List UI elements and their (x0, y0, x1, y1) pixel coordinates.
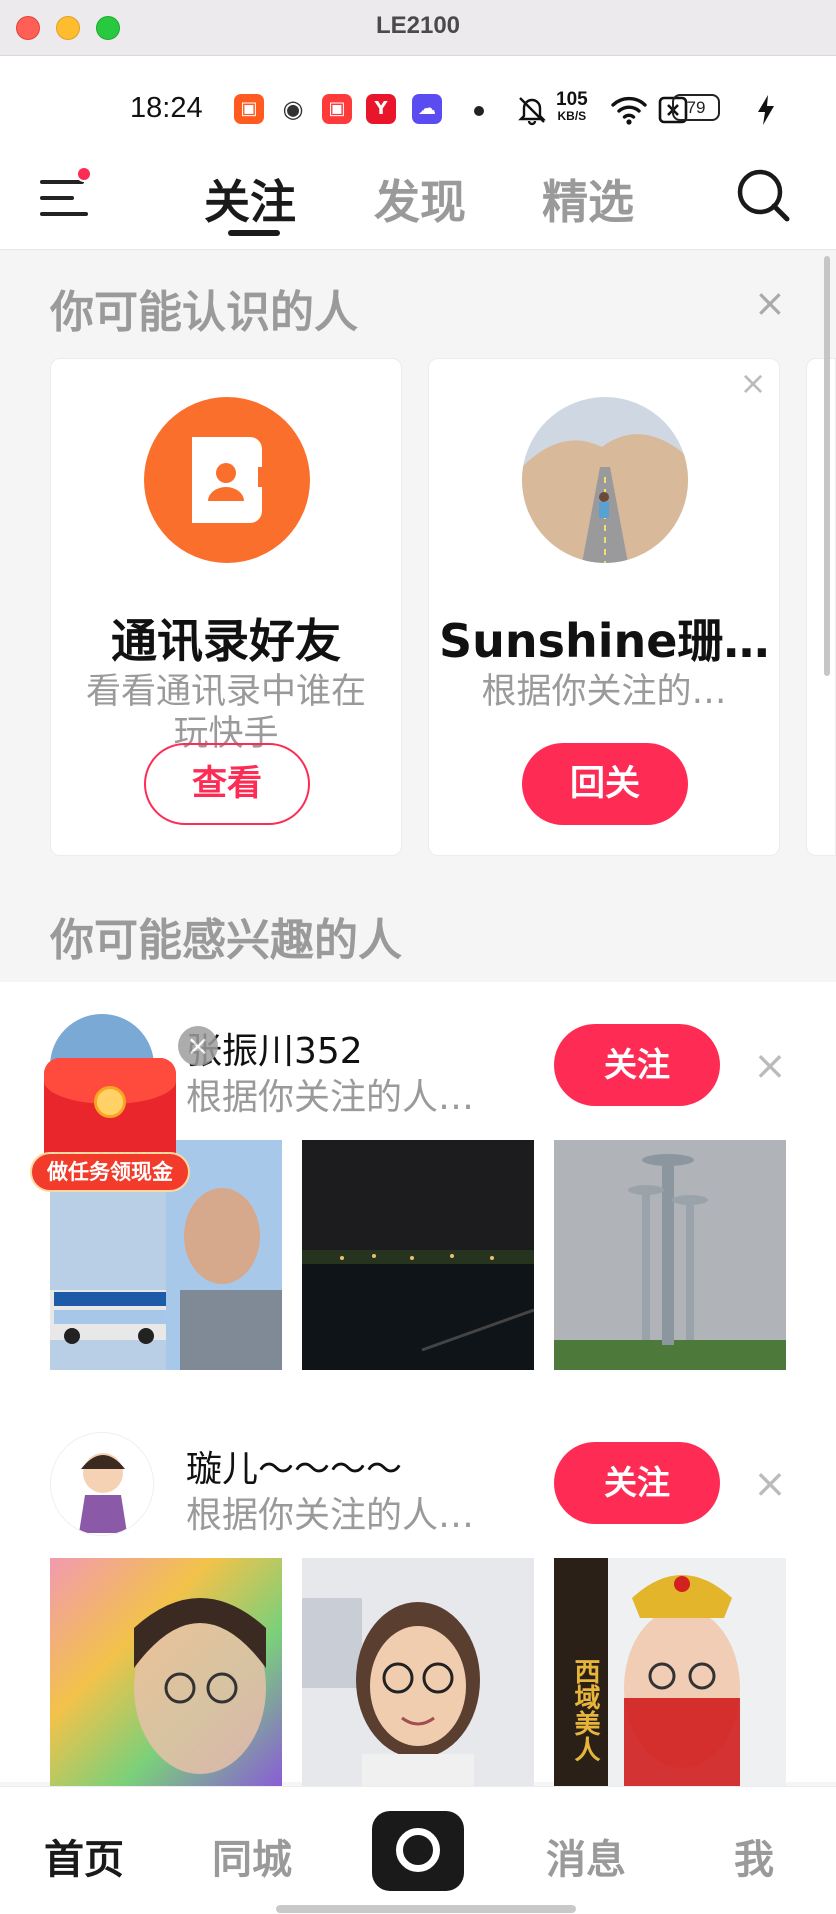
card-name: 通讯录好友 (111, 614, 341, 668)
card-description: 根据你关注的… (481, 672, 727, 712)
status-bar: 18:24 ▣ ◉ ▣ Y ☁ 105 KB/S 79 (0, 56, 836, 146)
thumbnail-image (302, 1558, 534, 1788)
network-speed-unit: KB/S (557, 109, 587, 123)
search-icon[interactable] (734, 166, 792, 224)
kuaishou-lite-app-icon: ▣ (322, 94, 352, 124)
menu-line (40, 180, 84, 184)
tab-discover[interactable]: 发现 (374, 166, 466, 232)
nav-messages[interactable]: 消息 (546, 1827, 626, 1885)
video-thumbnail[interactable] (554, 1140, 786, 1370)
close-red-packet-icon[interactable]: × (178, 1026, 218, 1066)
charging-bolt-icon (758, 95, 774, 125)
contacts-friends-card[interactable]: 通讯录好友 看看通讯录中谁在玩快手 查看 (50, 358, 402, 856)
list-item[interactable]: 璇儿～～～～ 根据你关注的人… 关注 × (0, 1432, 836, 1542)
video-thumbnail[interactable] (302, 1558, 534, 1788)
network-speed-value: 105 (556, 89, 588, 110)
camera-icon (396, 1828, 440, 1872)
window-titlebar: LE2100 (0, 0, 836, 56)
app-window: LE2100 18:24 ▣ ◉ ▣ Y ☁ 105 KB/S 79 关注 发现… (0, 0, 836, 1914)
card-name: Sunshine珊… (439, 614, 769, 668)
battery-indicator: 79 (672, 94, 720, 121)
scrollbar[interactable] (824, 256, 830, 676)
active-tab-indicator (228, 230, 280, 236)
thumbnail-image (50, 1558, 282, 1788)
nav-nearby[interactable]: 同城 (212, 1827, 292, 1885)
window-title: LE2100 (375, 12, 461, 39)
menu-notification-badge (76, 166, 92, 182)
wifi-icon (611, 96, 647, 125)
user-name: 璇儿～～～～ (186, 1449, 403, 1490)
follow-button[interactable]: 关注 (554, 1442, 720, 1524)
tab-featured[interactable]: 精选 (542, 166, 634, 232)
mute-bell-icon (518, 97, 546, 126)
user-avatar (50, 1432, 154, 1536)
weather-app-icon: ☁ (412, 94, 442, 124)
video-thumbnail[interactable]: 西域美人 (554, 1558, 786, 1788)
globe-app-icon: ◉ (278, 94, 308, 124)
view-contacts-button[interactable]: 查看 (144, 743, 310, 825)
user-photo (51, 1433, 153, 1535)
nav-me[interactable]: 我 (734, 1827, 774, 1885)
user-reason: 根据你关注的人… (186, 1077, 475, 1118)
red-app-icon: Y (366, 94, 396, 124)
network-speed: 105 KB/S (556, 89, 588, 124)
home-indicator[interactable] (276, 1905, 576, 1913)
camera-button[interactable] (372, 1811, 464, 1891)
user-reason: 根据你关注的人… (186, 1495, 475, 1536)
close-section-icon[interactable]: × (754, 284, 786, 322)
video-thumbnail[interactable] (50, 1558, 282, 1788)
user-avatar (522, 397, 688, 563)
people-you-may-know-title: 你可能认识的人 (50, 287, 358, 338)
next-card-peek (806, 358, 836, 856)
menu-button[interactable] (40, 176, 90, 222)
status-time: 18:24 (130, 92, 203, 124)
dismiss-user-icon[interactable]: × (752, 1046, 788, 1086)
red-packet-label: 做任务领现金 (30, 1152, 190, 1192)
tab-following[interactable]: 关注 (204, 166, 296, 232)
follow-button[interactable]: 关注 (554, 1024, 720, 1106)
menu-line (40, 196, 74, 200)
thumbnail-overlay-text: 西域美人 (570, 1658, 600, 1762)
bottom-navigation: 首页 同城 消息 我 (0, 1786, 836, 1914)
red-packet-widget[interactable]: × 做任务领现金 (30, 1026, 218, 1196)
kuaishou-app-icon: ▣ (234, 94, 264, 124)
thumbnail-image (554, 1140, 786, 1370)
top-navigation: 关注 发现 精选 (0, 146, 836, 250)
nav-home[interactable]: 首页 (44, 1827, 124, 1885)
menu-line (40, 212, 88, 216)
notification-dot-icon (474, 106, 484, 116)
thumbnail-image (302, 1140, 534, 1370)
dismiss-user-icon[interactable]: × (752, 1464, 788, 1504)
dismiss-card-icon[interactable]: × (739, 367, 767, 399)
contacts-avatar (144, 397, 310, 563)
follow-back-button[interactable]: 回关 (522, 743, 688, 825)
people-you-may-like-title: 你可能感兴趣的人 (50, 915, 402, 966)
user-photo (522, 397, 688, 563)
contacts-book-icon (192, 437, 264, 523)
suggested-user-card[interactable]: × Sunshine珊… 根据你关注的… 回关 (428, 358, 780, 856)
video-thumbnail[interactable] (302, 1140, 534, 1370)
